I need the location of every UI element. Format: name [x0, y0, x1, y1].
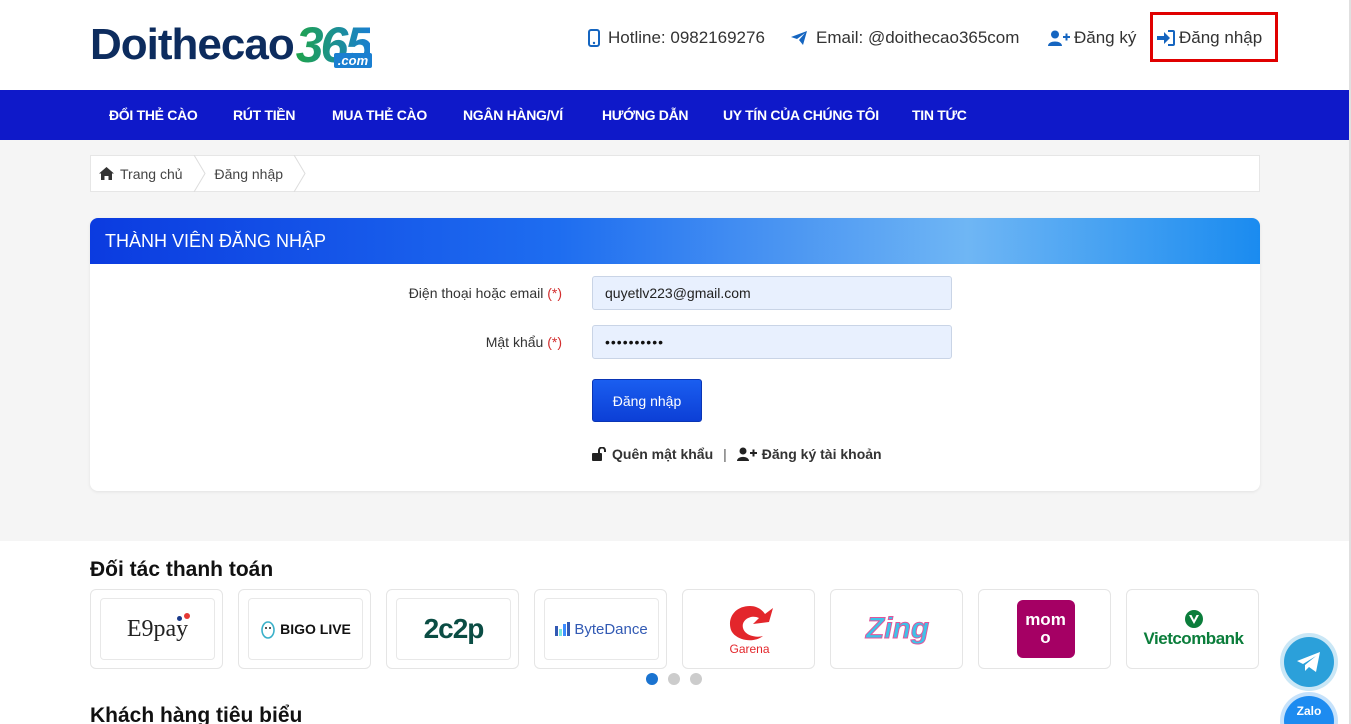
partner-card[interactable]: 2C2P — [386, 589, 519, 669]
partner-card[interactable]: BIGO LIVE — [238, 589, 371, 669]
partner-name: momo — [1016, 600, 1075, 658]
password-input[interactable]: •••••••••• — [592, 325, 952, 359]
nav-item-rut-tien[interactable]: RÚT TIỀN — [233, 90, 295, 140]
send-icon — [790, 30, 808, 46]
partner-card[interactable]: ByteDance — [534, 589, 667, 669]
bytedance-bars-icon — [555, 622, 571, 636]
register-account-link[interactable]: Đăng ký tài khoản — [762, 446, 882, 462]
password-label: Mật khẩu (*) — [262, 334, 562, 350]
zalo-icon: Zalo — [1296, 704, 1322, 718]
partner-logo-e9pay: E9pay — [100, 598, 215, 660]
login-card: THÀNH VIÊN ĐĂNG NHẬP Điện thoại hoặc ema… — [90, 218, 1260, 491]
phone-icon — [588, 29, 600, 47]
garena-logo-icon — [729, 606, 773, 641]
partner-card[interactable]: Zing — [830, 589, 963, 669]
breadcrumb-separator-icon — [193, 155, 206, 192]
password-label-text: Mật khẩu — [485, 334, 544, 350]
password-dots: •••••••••• — [605, 334, 665, 350]
partner-name: BIGO LIVE — [280, 621, 351, 637]
partner-name: Zing — [865, 612, 930, 646]
vietcombank-logo-icon — [1184, 610, 1203, 628]
home-icon — [99, 167, 114, 180]
email-text: Email: @doithecao365com — [816, 28, 1020, 47]
logo-suffix: .com — [333, 53, 373, 68]
partner-logo-vietcombank: Vietcombank — [1136, 598, 1251, 660]
required-mark: (*) — [547, 334, 562, 350]
partner-card[interactable]: Garena — [682, 589, 815, 669]
header: Doithecao 365 .com Hotline: 0982169276 E… — [0, 0, 1351, 90]
breadcrumb: Trang chủ Đăng nhập — [90, 155, 1260, 192]
partner-logo-zing: Zing — [840, 598, 955, 660]
breadcrumb-current: Đăng nhập — [207, 155, 294, 192]
phone-email-label: Điện thoại hoặc email (*) — [262, 285, 562, 301]
partner-logo-2c2p: 2C2P — [396, 598, 511, 660]
login-highlight-box — [1150, 12, 1278, 62]
carousel-dots — [646, 673, 712, 685]
breadcrumb-separator-icon — [293, 155, 306, 192]
nav-item-tin-tuc[interactable]: TIN TỨC — [912, 90, 967, 140]
carousel-dot[interactable] — [690, 673, 702, 685]
nav-item-doi-the-cao[interactable]: ĐỔI THẺ CÀO — [109, 90, 198, 140]
breadcrumb-home[interactable]: Trang chủ — [91, 155, 193, 192]
phone-email-label-text: Điện thoại hoặc email — [408, 285, 544, 301]
telegram-icon — [1297, 652, 1320, 672]
main-nav: ĐỔI THẺ CÀO RÚT TIỀN MUA THẺ CÀO NGÂN HÀ… — [0, 90, 1351, 140]
partner-card[interactable]: Vietcombank — [1126, 589, 1259, 669]
nav-item-ngan-hang-vi[interactable]: NGÂN HÀNG/VÍ — [463, 90, 563, 140]
partner-name: Vietcombank — [1143, 629, 1244, 648]
customers-title: Khách hàng tiêu biểu — [90, 704, 303, 724]
nav-item-huong-dan[interactable]: HƯỚNG DẪN — [602, 90, 689, 140]
breadcrumb-home-label: Trang chủ — [120, 165, 183, 182]
carousel-dot[interactable] — [646, 673, 658, 685]
partner-card[interactable]: E9pay — [90, 589, 223, 669]
register-text: Đăng ký — [1074, 28, 1137, 47]
required-mark: (*) — [547, 285, 562, 301]
partner-logo-bigo: BIGO LIVE — [248, 598, 363, 660]
site-logo[interactable]: Doithecao 365 .com — [90, 18, 373, 72]
email-link[interactable]: Email: @doithecao365com — [790, 27, 1019, 49]
partners-title: Đối tác thanh toán — [90, 558, 274, 581]
user-plus-icon — [1048, 30, 1070, 46]
phone-email-input[interactable] — [592, 276, 952, 310]
links-separator: | — [723, 446, 727, 462]
bigo-mascot-icon — [261, 621, 275, 639]
partner-logo-garena: Garena — [692, 598, 807, 660]
e9pay-dot-icon — [184, 613, 190, 619]
carousel-dot[interactable] — [668, 673, 680, 685]
user-plus-icon — [736, 447, 757, 461]
hotline-text: Hotline: 0982169276 — [608, 28, 765, 47]
form-links: Quên mật khẩu | Đăng ký tài khoản — [592, 444, 882, 464]
breadcrumb-current-label: Đăng nhập — [214, 165, 284, 182]
partner-name: 2C2P — [423, 613, 485, 644]
forgot-password-link[interactable]: Quên mật khẩu — [612, 446, 713, 462]
login-card-title: THÀNH VIÊN ĐĂNG NHẬP — [90, 218, 1260, 264]
e9pay-dot-icon — [177, 616, 182, 621]
register-link[interactable]: Đăng ký — [1048, 27, 1136, 49]
login-submit-button[interactable]: Đăng nhập — [592, 379, 702, 422]
partner-logo-bytedance: ByteDance — [544, 598, 659, 660]
partner-logo-momo: momo — [988, 598, 1103, 660]
partner-card[interactable]: momo — [978, 589, 1111, 669]
logo-text: Doithecao — [90, 20, 295, 69]
nav-item-uy-tin[interactable]: UY TÍN CỦA CHÚNG TÔI — [723, 90, 879, 140]
partner-name: ByteDance — [574, 620, 648, 638]
unlock-icon — [592, 447, 607, 461]
nav-item-mua-the-cao[interactable]: MUA THẺ CÀO — [332, 90, 427, 140]
telegram-float-button[interactable] — [1284, 637, 1334, 687]
hotline-link[interactable]: Hotline: 0982169276 — [588, 27, 765, 49]
partner-name: Garena — [729, 642, 770, 656]
